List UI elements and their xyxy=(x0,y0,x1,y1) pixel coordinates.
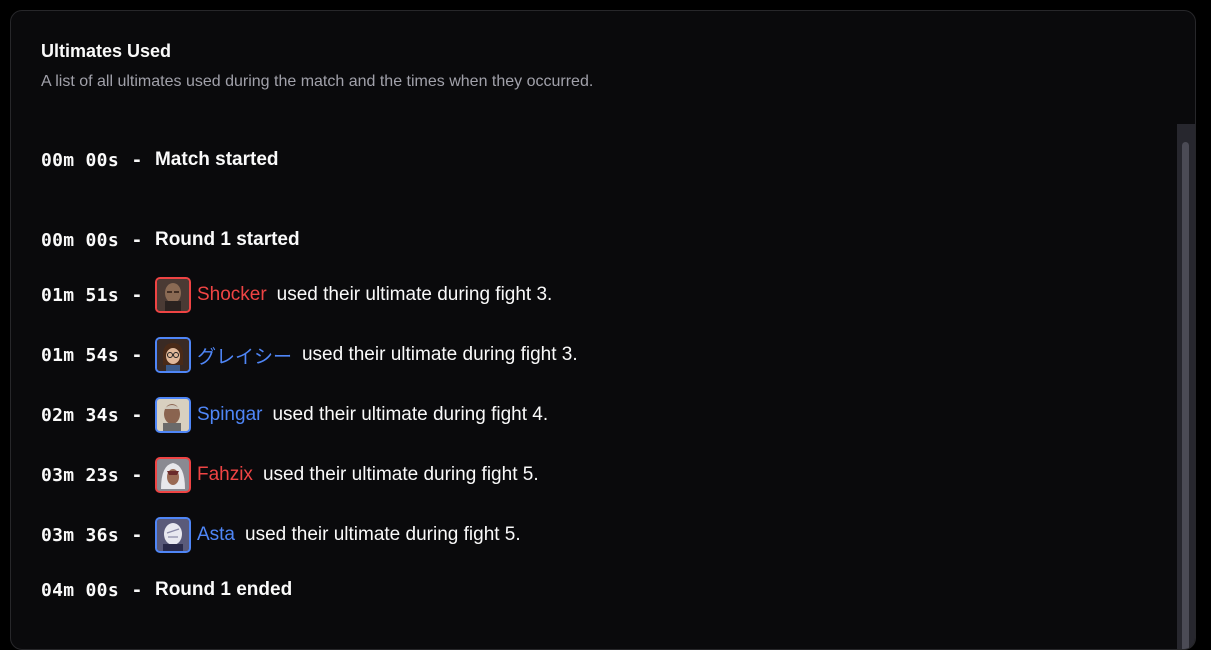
player-name[interactable]: Fahzix xyxy=(197,464,253,486)
event-time: 01m 51s xyxy=(41,284,119,306)
hero-portrait-bald-man-icon xyxy=(154,277,191,313)
event-row: 03m 23s - Fahzix used their ultimate dur… xyxy=(41,455,539,495)
event-separator: - xyxy=(131,579,143,601)
event-separator: - xyxy=(131,284,143,306)
event-time: 04m 00s xyxy=(41,579,119,601)
event-message: used their ultimate during fight 3. xyxy=(276,284,553,305)
event-text: Round 1 started xyxy=(154,229,300,250)
events-scroll-area[interactable]: 00m 00s - Match started 00m 00s - Round … xyxy=(11,124,1195,649)
scrollbar-thumb[interactable] xyxy=(1182,142,1189,649)
scrollbar-track[interactable] xyxy=(1177,124,1195,649)
event-time: 02m 34s xyxy=(41,404,119,426)
event-message: used their ultimate during fight 5. xyxy=(245,524,521,545)
player-name[interactable]: Shocker xyxy=(197,284,267,306)
event-text: Round 1 ended xyxy=(154,579,293,600)
event-separator: - xyxy=(131,524,143,546)
event-time: 03m 36s xyxy=(41,524,119,546)
event-separator: - xyxy=(131,344,143,366)
event-row: 01m 54s - グレイシー used their ultimate duri… xyxy=(41,335,578,375)
event-row: 01m 51s - Shocker used their ultimate du… xyxy=(41,275,552,315)
event-row: 00m 00s - Match started xyxy=(41,140,279,180)
hero-portrait-woman-glasses-icon xyxy=(154,337,191,373)
event-time: 00m 00s xyxy=(41,149,119,171)
event-separator: - xyxy=(131,229,143,251)
ultimates-used-card: Ultimates Used A list of all ultimates u… xyxy=(10,10,1196,650)
hero-portrait-hooded-woman-icon xyxy=(154,457,191,493)
player-name[interactable]: Asta xyxy=(197,524,235,546)
hero-portrait-bald-man-icon xyxy=(154,397,191,433)
event-time: 01m 54s xyxy=(41,344,119,366)
event-message: used their ultimate during fight 3. xyxy=(301,344,578,365)
event-separator: - xyxy=(131,149,143,171)
panel-subtitle: A list of all ultimates used during the … xyxy=(41,73,594,90)
player-name[interactable]: グレイシー xyxy=(197,342,292,369)
event-message: used their ultimate during fight 5. xyxy=(262,464,539,485)
event-row: 02m 34s - Spingar used their ultimate du… xyxy=(41,395,548,435)
event-row: 00m 00s - Round 1 started xyxy=(41,220,300,260)
event-row: 03m 36s - Asta used their ultimate durin… xyxy=(41,515,521,555)
event-message: used their ultimate during fight 4. xyxy=(272,404,549,425)
event-row: 04m 00s - Round 1 ended xyxy=(41,570,292,610)
event-text: Match started xyxy=(154,149,279,170)
event-separator: - xyxy=(131,404,143,426)
event-separator: - xyxy=(131,464,143,486)
event-time: 03m 23s xyxy=(41,464,119,486)
event-time: 00m 00s xyxy=(41,229,119,251)
panel-title: Ultimates Used xyxy=(41,41,172,61)
hero-portrait-masked-icon xyxy=(154,517,191,553)
player-name[interactable]: Spingar xyxy=(197,404,263,426)
